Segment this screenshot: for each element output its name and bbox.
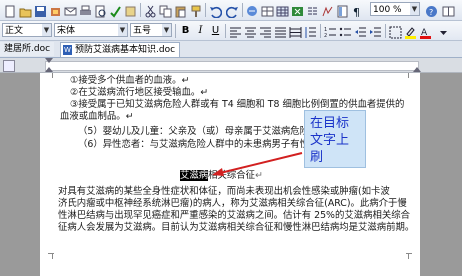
read-icon[interactable] [442, 3, 455, 17]
tab-selector-icon[interactable] [3, 60, 15, 72]
mail-icon[interactable] [64, 3, 77, 16]
first-line-indent-marker-icon[interactable] [45, 58, 53, 63]
word-doc-icon: W [63, 45, 72, 55]
justify-icon[interactable] [274, 24, 287, 38]
undo-icon[interactable] [209, 3, 223, 19]
style-select[interactable]: 正文 ▼ [2, 23, 52, 37]
callout-box: 在目标文字上刷 [304, 110, 366, 168]
standard-toolbar: ¶ 100 % ▼ ? [0, 0, 462, 21]
document-tabs: 建居所.doc W 预防艾滋病基本知识.doc [0, 41, 462, 58]
line-spacing-icon[interactable] [304, 24, 317, 38]
toolbar-options-icon[interactable] [437, 24, 450, 37]
tab-active-label: 预防艾滋病基本知识.doc [75, 45, 176, 55]
columns-icon[interactable] [306, 3, 319, 16]
tab-left-document[interactable]: 建居所.doc [0, 42, 55, 56]
show-hide-icon[interactable]: ¶ [351, 3, 364, 19]
horizontal-ruler[interactable] [0, 58, 462, 73]
numbering-icon[interactable]: 12 [324, 24, 337, 39]
zoom-select[interactable]: 100 % ▼ [370, 2, 420, 16]
document-map-icon[interactable] [336, 3, 349, 18]
bullets-icon[interactable] [339, 24, 352, 37]
svg-text:?: ? [429, 8, 433, 17]
format-painter-icon[interactable] [189, 3, 202, 17]
highlight-icon[interactable] [404, 24, 417, 39]
spelling-icon[interactable] [109, 3, 122, 18]
redo-icon[interactable] [225, 3, 239, 19]
insert-table-icon[interactable] [276, 3, 289, 17]
annotation-arrow-icon [212, 152, 303, 176]
align-right-icon[interactable] [259, 24, 272, 38]
decrease-indent-icon[interactable] [354, 24, 367, 37]
chevron-down-icon[interactable]: ▼ [410, 3, 419, 15]
font-size-value: 五号 [133, 26, 152, 36]
style-value: 正文 [5, 26, 24, 36]
hyperlink-icon[interactable] [246, 3, 259, 16]
print-icon[interactable] [79, 3, 92, 16]
align-left-icon[interactable] [229, 24, 242, 38]
font-value: 宋体 [57, 26, 76, 36]
underline-button[interactable]: U [209, 24, 222, 37]
zoom-value: 100 % [373, 5, 402, 15]
svg-text:¶: ¶ [353, 6, 360, 18]
svg-text:2: 2 [324, 33, 327, 39]
new-icon[interactable] [4, 3, 17, 18]
font-size-select[interactable]: 五号 ▼ [130, 23, 172, 37]
cut-icon[interactable] [144, 3, 157, 18]
research-icon[interactable] [124, 3, 137, 17]
drawing-icon[interactable] [321, 3, 334, 17]
ruler-track [45, 61, 419, 71]
left-indent-marker-icon[interactable] [45, 67, 53, 72]
tables-borders-icon[interactable] [261, 3, 274, 17]
border-icon[interactable] [389, 24, 402, 39]
insert-excel-icon[interactable] [291, 3, 304, 16]
paste-icon[interactable] [174, 3, 187, 18]
chevron-down-icon[interactable]: ▼ [162, 24, 171, 36]
align-center-icon[interactable] [244, 24, 257, 38]
chevron-down-icon[interactable]: ▼ [42, 24, 51, 36]
permission-icon[interactable] [49, 3, 62, 16]
font-color-icon[interactable]: A [419, 24, 432, 39]
italic-button[interactable]: I [194, 24, 207, 37]
help-icon[interactable]: ? [425, 3, 438, 17]
chevron-down-icon[interactable]: ▼ [118, 24, 127, 36]
save-icon[interactable] [34, 3, 47, 17]
formatting-toolbar: 正文 ▼ 宋体 ▼ 五号 ▼ B I U 12 A [0, 21, 462, 41]
distributed-icon[interactable] [289, 24, 302, 38]
right-indent-marker-icon[interactable] [413, 67, 421, 72]
tab-active-document[interactable]: W 预防艾滋病基本知识.doc [60, 42, 181, 57]
print-preview-icon[interactable] [94, 3, 107, 18]
document-page[interactable]: ①接受多个供血者的血液。↵ ②在艾滋病流行地区接受输血。↵ ③接受属于已知艾滋病… [40, 73, 420, 276]
font-select[interactable]: 宋体 ▼ [54, 23, 128, 37]
increase-indent-icon[interactable] [369, 24, 382, 37]
bold-button[interactable]: B [179, 24, 192, 37]
copy-icon[interactable] [159, 3, 172, 18]
open-icon[interactable] [19, 3, 32, 18]
